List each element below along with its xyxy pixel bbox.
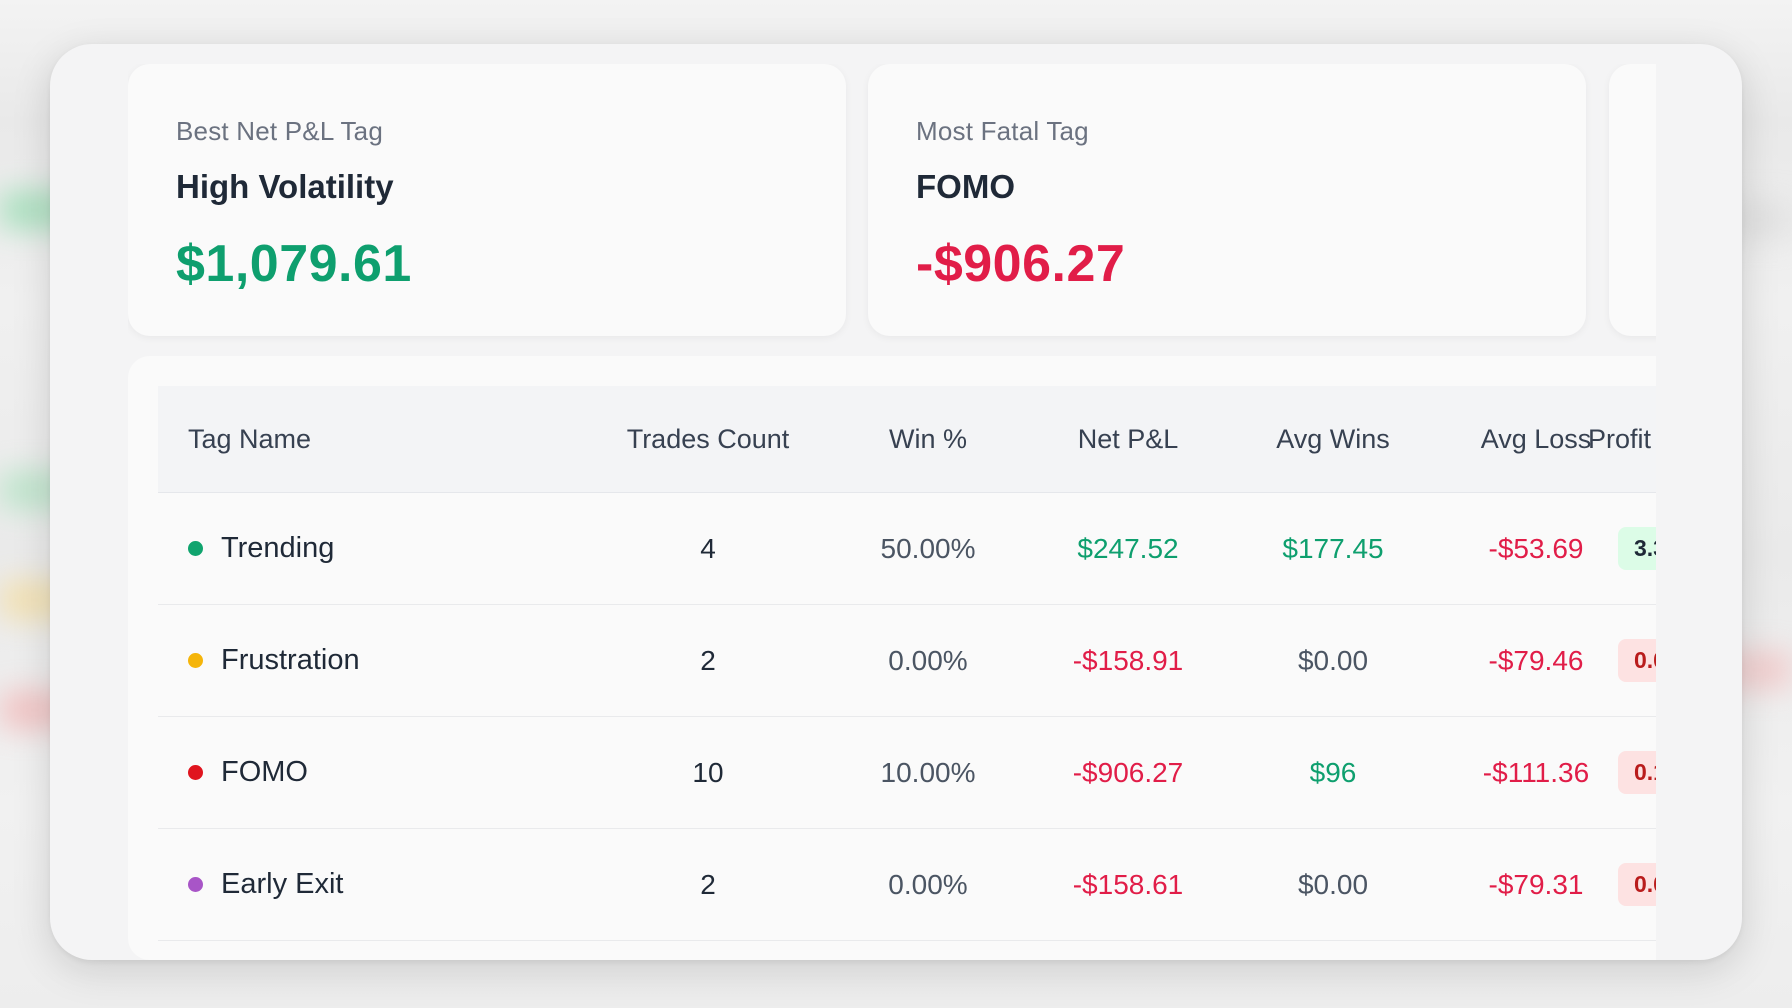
profit-factor-badge: 0.00 bbox=[1618, 863, 1656, 906]
tag-name-cell: Frustration bbox=[188, 605, 548, 716]
card-label: Most Fatal Tag bbox=[916, 116, 1089, 146]
most-fatal-tag-card[interactable]: Most Fatal Tag FOMO -$906.27 bbox=[868, 64, 1586, 336]
card-tag-name: FOMO bbox=[916, 168, 1015, 205]
tag-color-dot bbox=[188, 877, 203, 892]
table-row[interactable]: Frustration 2 0.00% -$158.91 $0.00 -$79.46 0.0… bbox=[158, 605, 1656, 717]
card-tag-name: High Volatility bbox=[176, 168, 394, 205]
profit-factor-badge: 3.31 bbox=[1618, 527, 1656, 570]
table-row[interactable]: FOMO 10 10.00% -$906.27 $96 -$111.36 0.10 bbox=[158, 717, 1656, 829]
card-label: High bbox=[1657, 116, 1712, 146]
tag-performance-table: Tag Name Trades Count Win % Net P&L Avg … bbox=[158, 386, 1691, 941]
card-value: 3.3 bbox=[1657, 235, 1731, 293]
tag-name-cell: Early Exit bbox=[188, 829, 548, 940]
card-tag-name: Tren bbox=[1657, 168, 1727, 205]
tag-name: Trending bbox=[221, 532, 335, 564]
card-label: Best Net P&L Tag bbox=[176, 116, 383, 146]
tag-color-dot bbox=[188, 541, 203, 556]
profit-factor-badge: 0.00 bbox=[1618, 639, 1656, 682]
header-profit-factor-label: Profit Fa bbox=[1588, 423, 1691, 454]
table-header: Tag Name Trades Count Win % Net P&L Avg … bbox=[158, 386, 1691, 493]
best-net-pnl-card[interactable]: Best Net P&L Tag High Volatility $1,079.… bbox=[128, 64, 846, 336]
header-profit-factor[interactable]: Profit Fa bbox=[1588, 386, 1691, 492]
tag-color-dot bbox=[188, 765, 203, 780]
profit-factor-badge: 0.10 bbox=[1618, 751, 1656, 794]
tag-name: FOMO bbox=[221, 756, 308, 788]
table-row[interactable]: Early Exit 2 0.00% -$158.61 $0.00 -$79.31 0.00 bbox=[158, 829, 1656, 941]
tag-name: Early Exit bbox=[221, 868, 344, 900]
profit-factor-cell: 0.00 bbox=[1588, 605, 1656, 716]
table-row[interactable]: Trending 4 50.00% $247.52 $177.45 -$53.69 3.31 bbox=[158, 493, 1656, 605]
tag-performance-table-card: Tag Name Trades Count Win % Net P&L Avg … bbox=[128, 356, 1691, 960]
tag-name: Frustration bbox=[221, 644, 360, 676]
tag-analytics-view: Best Net P&L Tag High Volatility $1,079.… bbox=[128, 64, 1731, 960]
card-value: $1,079.61 bbox=[176, 235, 412, 293]
highest-profit-factor-card[interactable]: High Tren 3.3 bbox=[1609, 64, 1731, 336]
profit-factor-cell: 0.10 bbox=[1588, 717, 1656, 828]
card-value: -$906.27 bbox=[916, 235, 1126, 293]
header-tag-name[interactable]: Tag Name bbox=[188, 386, 548, 492]
tag-name-cell: Trending bbox=[188, 493, 548, 604]
dashboard-panel: Best Net P&L Tag High Volatility $1,079.… bbox=[50, 44, 1742, 960]
profit-factor-cell: 3.31 bbox=[1588, 493, 1656, 604]
tag-color-dot bbox=[188, 653, 203, 668]
tag-name-cell: FOMO bbox=[188, 717, 548, 828]
profit-factor-cell: 0.00 bbox=[1588, 829, 1656, 940]
